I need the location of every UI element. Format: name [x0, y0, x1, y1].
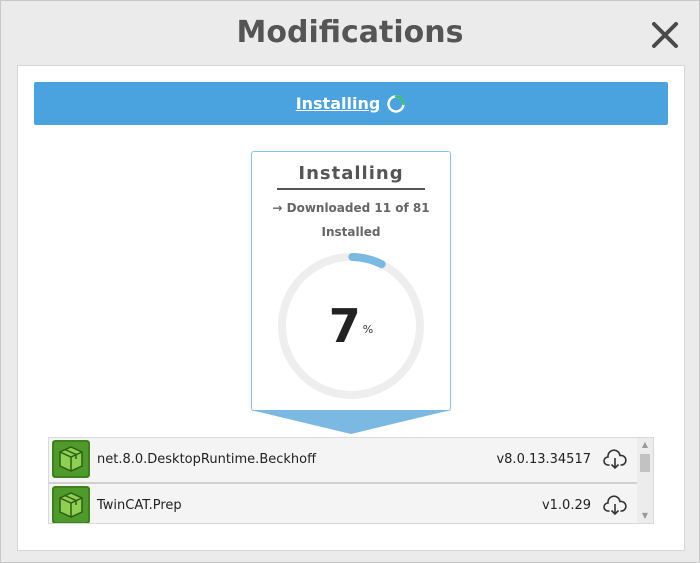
status-card-title: Installing [277, 163, 425, 190]
modifications-dialog: Modifications Installing Installing → Do… [0, 0, 700, 563]
percent-sign: % [362, 322, 374, 336]
package-list[interactable]: net.8.0.DesktopRuntime.Beckhoff v8.0.13.… [48, 437, 654, 524]
installing-banner-link[interactable]: Installing [296, 94, 381, 113]
cloud-download-icon[interactable] [603, 495, 627, 517]
package-box-icon [52, 440, 90, 478]
package-name: TwinCAT.Prep [97, 498, 182, 513]
installed-label: Installed [321, 225, 381, 239]
package-row[interactable]: TwinCAT.Prep v1.0.29 [49, 483, 637, 523]
download-progress-text: → Downloaded 11 of 81 [272, 201, 430, 215]
dialog-title: Modifications [236, 15, 464, 50]
package-version: v1.0.29 [541, 498, 591, 513]
package-name: net.8.0.DesktopRuntime.Beckhoff [97, 452, 317, 467]
scroll-down-arrow-icon[interactable]: ▼ [637, 509, 653, 523]
package-row[interactable]: net.8.0.DesktopRuntime.Beckhoff v8.0.13.… [49, 438, 637, 483]
install-status-card: Installing → Downloaded 11 of 81 Install… [251, 151, 451, 411]
cloud-download-icon[interactable] [603, 449, 627, 471]
close-button[interactable] [649, 19, 681, 51]
scroll-up-arrow-icon[interactable]: ▲ [637, 438, 653, 452]
package-version: v8.0.13.34517 [496, 452, 591, 467]
package-box-icon [52, 486, 90, 523]
content-panel: Installing Installing → Downloaded 11 of… [17, 65, 685, 551]
installing-banner: Installing [34, 82, 668, 125]
percent-value: 7 [328, 299, 361, 353]
percent-display: 7 % [274, 249, 428, 403]
card-pointer [251, 410, 451, 434]
scroll-thumb[interactable] [640, 454, 650, 472]
package-list-scrollbar[interactable]: ▲ ▼ [637, 438, 653, 523]
close-icon [652, 22, 678, 48]
spinner-icon [387, 94, 406, 113]
